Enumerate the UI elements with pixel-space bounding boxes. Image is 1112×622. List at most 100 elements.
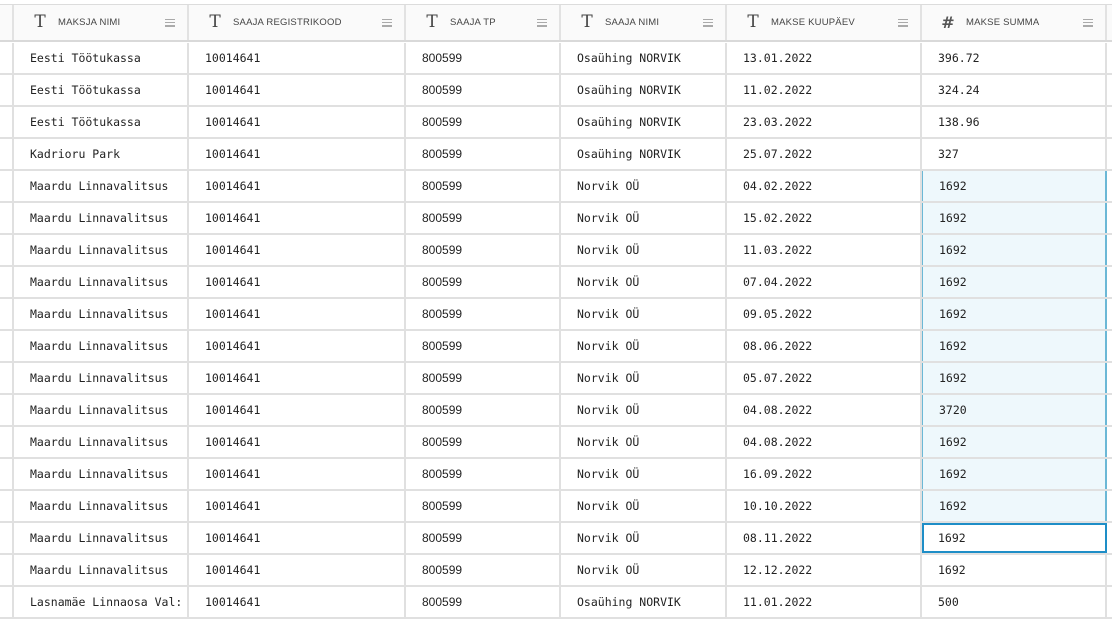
payment-amount-cell[interactable]: 138.96 — [922, 107, 1107, 137]
row-gutter[interactable] — [0, 587, 14, 617]
row-gutter[interactable] — [0, 363, 14, 393]
payment-date-cell[interactable]: 12.12.2022 — [727, 555, 922, 585]
payment-date-cell[interactable]: 11.01.2022 — [727, 587, 922, 617]
recipient-tp-cell[interactable]: 800599 — [406, 459, 561, 489]
payment-date-cell[interactable]: 15.02.2022 — [727, 203, 922, 233]
payer-name-cell[interactable]: Maardu Linnavalitsus — [14, 203, 189, 233]
payer-name-cell[interactable]: Maardu Linnavalitsus — [14, 427, 189, 457]
payer-name-cell[interactable]: Eesti Töötukassa — [14, 43, 189, 73]
recipient-regcode-cell[interactable]: 10014641 — [189, 107, 406, 137]
recipient-regcode-cell[interactable]: 10014641 — [189, 459, 406, 489]
payment-date-cell[interactable]: 11.03.2022 — [727, 235, 922, 265]
recipient-regcode-cell[interactable]: 10014641 — [189, 587, 406, 617]
row-gutter[interactable] — [0, 555, 14, 585]
payer-name-cell[interactable]: Lasnamäe Linnaosa Val: — [14, 587, 189, 617]
payer-name-cell[interactable]: Maardu Linnavalitsus — [14, 459, 189, 489]
recipient-name-cell[interactable]: Norvik OÜ — [561, 363, 727, 393]
recipient-regcode-cell[interactable]: 10014641 — [189, 203, 406, 233]
payment-date-cell[interactable]: 04.08.2022 — [727, 395, 922, 425]
payment-amount-cell[interactable]: 1692 — [922, 331, 1107, 361]
payment-date-cell[interactable]: 23.03.2022 — [727, 107, 922, 137]
column-menu-icon[interactable] — [898, 18, 908, 27]
column-menu-icon[interactable] — [165, 18, 175, 27]
payment-amount-cell[interactable]: 1692 — [922, 523, 1107, 553]
payment-amount-cell[interactable]: 1692 — [922, 363, 1107, 393]
payment-amount-cell[interactable]: 324.24 — [922, 75, 1107, 105]
payer-name-cell[interactable]: Maardu Linnavalitsus — [14, 171, 189, 201]
column-header[interactable]: T SAAJA REGISTRIKOOD — [189, 5, 406, 40]
recipient-regcode-cell[interactable]: 10014641 — [189, 235, 406, 265]
payer-name-cell[interactable]: Maardu Linnavalitsus — [14, 331, 189, 361]
payment-amount-cell[interactable]: 1692 — [922, 427, 1107, 457]
recipient-name-cell[interactable]: Norvik OÜ — [561, 299, 727, 329]
recipient-name-cell[interactable]: Norvik OÜ — [561, 459, 727, 489]
row-gutter[interactable] — [0, 43, 14, 73]
recipient-tp-cell[interactable]: 800599 — [406, 427, 561, 457]
row-gutter[interactable] — [0, 203, 14, 233]
payment-date-cell[interactable]: 25.07.2022 — [727, 139, 922, 169]
payment-amount-cell[interactable]: 500 — [922, 587, 1107, 617]
column-header[interactable]: T SAAJA NIMI — [561, 5, 727, 40]
recipient-tp-cell[interactable]: 800599 — [406, 491, 561, 521]
recipient-regcode-cell[interactable]: 10014641 — [189, 363, 406, 393]
recipient-regcode-cell[interactable]: 10014641 — [189, 267, 406, 297]
column-menu-icon[interactable] — [382, 18, 392, 27]
recipient-regcode-cell[interactable]: 10014641 — [189, 555, 406, 585]
row-gutter[interactable] — [0, 139, 14, 169]
recipient-name-cell[interactable]: Norvik OÜ — [561, 491, 727, 521]
column-header[interactable]: T MAKSJA NIMI — [14, 5, 189, 40]
column-header[interactable]: T SAAJA TP — [406, 5, 561, 40]
column-menu-icon[interactable] — [703, 18, 713, 27]
payment-date-cell[interactable]: 04.08.2022 — [727, 427, 922, 457]
row-gutter[interactable] — [0, 459, 14, 489]
row-gutter[interactable] — [0, 299, 14, 329]
payment-date-cell[interactable]: 10.10.2022 — [727, 491, 922, 521]
row-gutter[interactable] — [0, 523, 14, 553]
recipient-tp-cell[interactable]: 800599 — [406, 203, 561, 233]
payer-name-cell[interactable]: Maardu Linnavalitsus — [14, 491, 189, 521]
recipient-tp-cell[interactable]: 800599 — [406, 363, 561, 393]
recipient-name-cell[interactable]: Norvik OÜ — [561, 427, 727, 457]
payment-amount-cell[interactable]: 1692 — [922, 203, 1107, 233]
payment-date-cell[interactable]: 11.02.2022 — [727, 75, 922, 105]
payment-date-cell[interactable]: 07.04.2022 — [727, 267, 922, 297]
payer-name-cell[interactable]: Eesti Töötukassa — [14, 107, 189, 137]
payer-name-cell[interactable]: Maardu Linnavalitsus — [14, 523, 189, 553]
payment-amount-cell[interactable]: 1692 — [922, 299, 1107, 329]
payer-name-cell[interactable]: Maardu Linnavalitsus — [14, 299, 189, 329]
row-gutter[interactable] — [0, 427, 14, 457]
recipient-tp-cell[interactable]: 800599 — [406, 139, 561, 169]
recipient-regcode-cell[interactable]: 10014641 — [189, 75, 406, 105]
recipient-name-cell[interactable]: Norvik OÜ — [561, 395, 727, 425]
recipient-tp-cell[interactable]: 800599 — [406, 235, 561, 265]
column-menu-icon[interactable] — [1083, 18, 1093, 27]
recipient-name-cell[interactable]: Norvik OÜ — [561, 523, 727, 553]
row-gutter[interactable] — [0, 75, 14, 105]
column-header[interactable]: T MAKSE KUUPÄEV — [727, 5, 922, 40]
payment-amount-cell[interactable]: 1692 — [922, 491, 1107, 521]
recipient-name-cell[interactable]: Norvik OÜ — [561, 171, 727, 201]
payment-date-cell[interactable]: 08.06.2022 — [727, 331, 922, 361]
recipient-tp-cell[interactable]: 800599 — [406, 523, 561, 553]
payment-amount-cell[interactable]: 396.72 — [922, 43, 1107, 73]
payment-date-cell[interactable]: 13.01.2022 — [727, 43, 922, 73]
payer-name-cell[interactable]: Eesti Töötukassa — [14, 75, 189, 105]
recipient-regcode-cell[interactable]: 10014641 — [189, 43, 406, 73]
column-menu-icon[interactable] — [537, 18, 547, 27]
payer-name-cell[interactable]: Maardu Linnavalitsus — [14, 395, 189, 425]
row-gutter[interactable] — [0, 395, 14, 425]
row-gutter[interactable] — [0, 267, 14, 297]
recipient-tp-cell[interactable]: 800599 — [406, 107, 561, 137]
payment-amount-cell[interactable]: 1692 — [922, 171, 1107, 201]
recipient-regcode-cell[interactable]: 10014641 — [189, 395, 406, 425]
recipient-name-cell[interactable]: Osaühing NORVIK — [561, 107, 727, 137]
payment-date-cell[interactable]: 04.02.2022 — [727, 171, 922, 201]
row-gutter[interactable] — [0, 491, 14, 521]
recipient-name-cell[interactable]: Osaühing NORVIK — [561, 75, 727, 105]
recipient-tp-cell[interactable]: 800599 — [406, 267, 561, 297]
recipient-regcode-cell[interactable]: 10014641 — [189, 523, 406, 553]
payment-amount-cell[interactable]: 3720 — [922, 395, 1107, 425]
recipient-tp-cell[interactable]: 800599 — [406, 331, 561, 361]
payer-name-cell[interactable]: Kadrioru Park — [14, 139, 189, 169]
payment-date-cell[interactable]: 16.09.2022 — [727, 459, 922, 489]
